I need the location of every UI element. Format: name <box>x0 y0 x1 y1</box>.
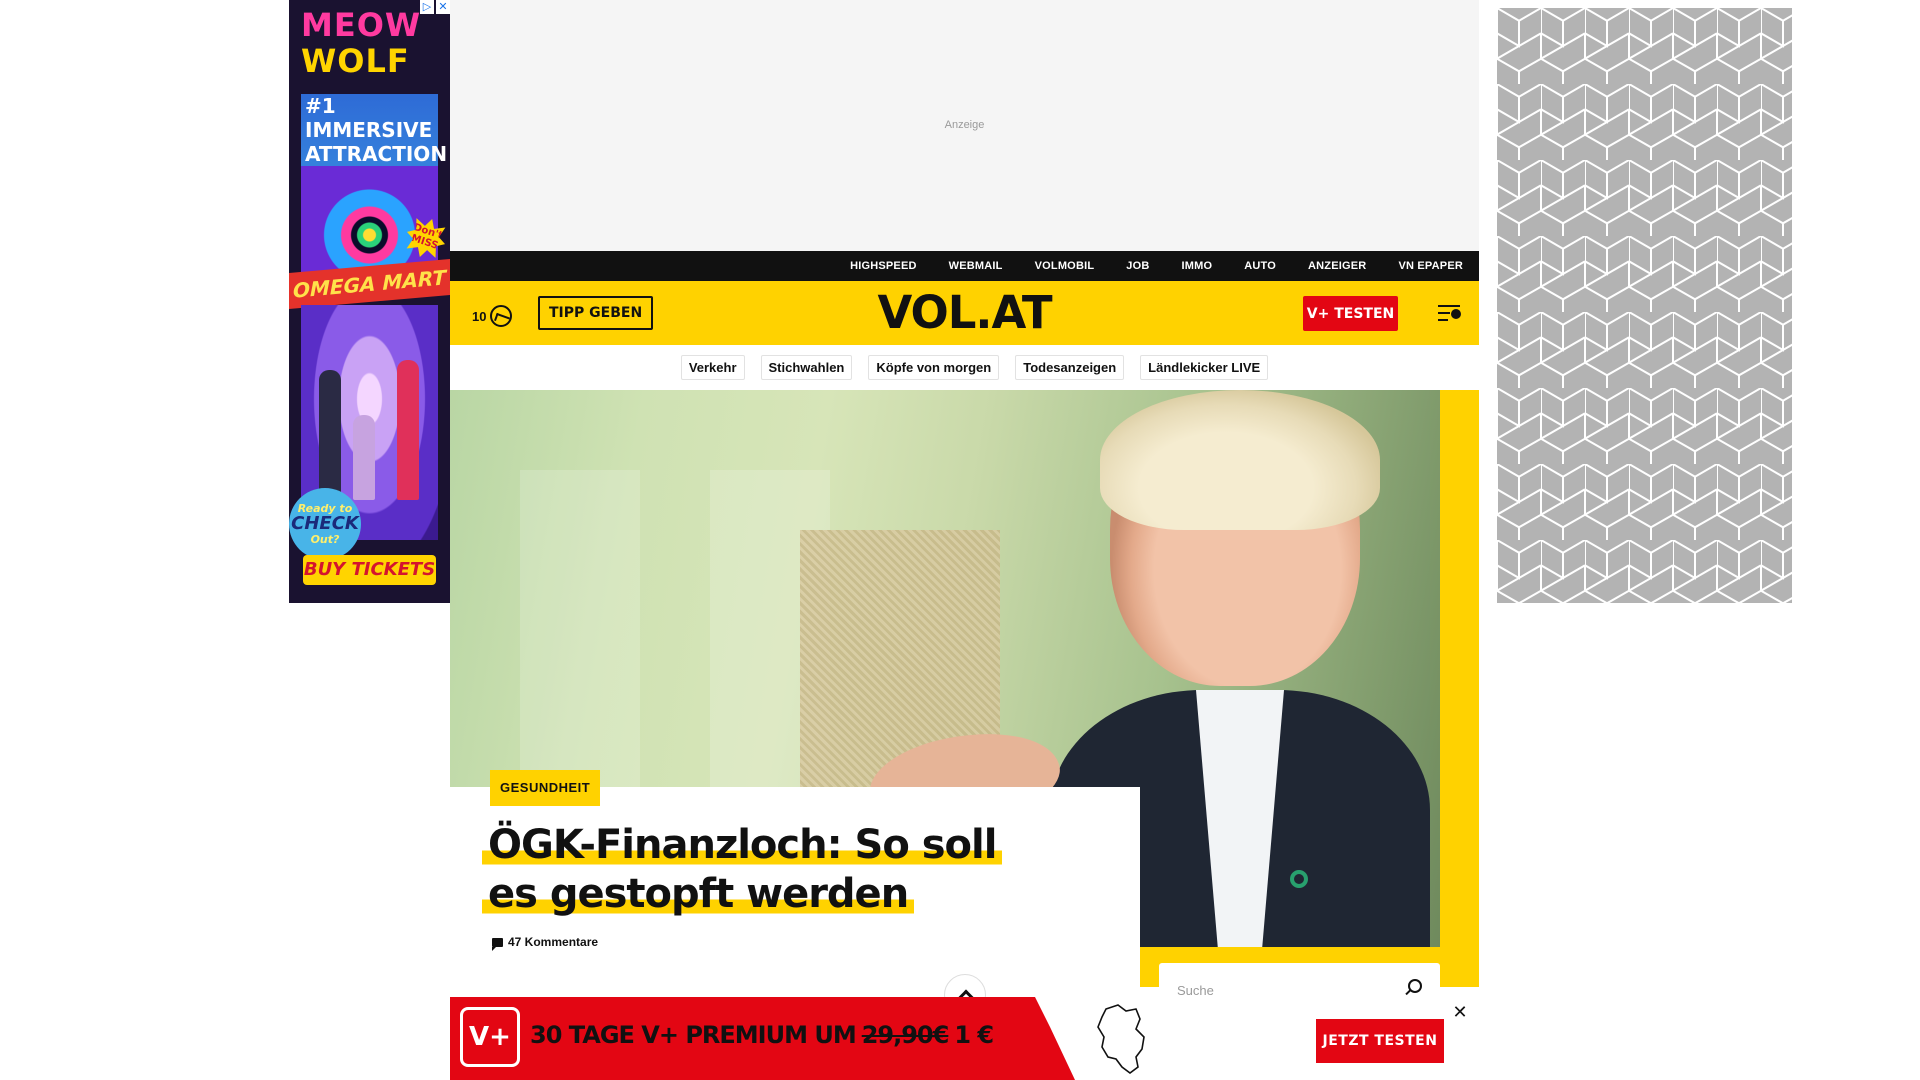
ad-check-line-2: CHECK <box>291 513 359 534</box>
site-header: 10 TIPP GEBEN VOL.AT V+ TESTEN <box>450 281 1479 345</box>
magnifier-lens <box>1451 309 1461 319</box>
ad-figure <box>319 370 341 500</box>
hero-person-hair <box>1100 390 1380 530</box>
promo-old-price: 29,90€ <box>861 1021 950 1049</box>
yellow-accent-bar <box>1440 390 1479 947</box>
topic-chip-stichwahlen[interactable]: Stichwahlen <box>760 355 853 380</box>
topic-chip-verkehr[interactable]: Verkehr <box>680 355 745 380</box>
article-comments-count: 47 Kommentare <box>508 935 599 949</box>
menu-line <box>1438 305 1460 307</box>
close-icon[interactable]: ✕ <box>1450 1003 1470 1023</box>
service-link-auto[interactable]: AUTO <box>1244 260 1276 272</box>
menu-line <box>1438 319 1448 321</box>
comment-icon <box>492 937 503 951</box>
article-title-text[interactable]: ÖGK-Finanzloch: So soll es gestopft werd… <box>482 822 1003 917</box>
article-category-badge[interactable]: GESUNDHEIT <box>490 770 601 806</box>
search-placeholder: Suche <box>1177 983 1214 998</box>
search-icon[interactable] <box>1408 979 1422 993</box>
ad-brand-line-1: MEOW <box>301 8 421 42</box>
article-teaser[interactable]: GESUNDHEIT ÖGK-Finanzloch: So soll es ge… <box>450 770 1140 997</box>
service-link-immo[interactable]: IMMO <box>1181 260 1212 272</box>
vplus-logo: V+ <box>460 1007 520 1067</box>
topic-navigation: Verkehr Stichwahlen Köpfe von morgen Tod… <box>450 345 1479 390</box>
ad-brand-text-2: WOLF <box>301 42 410 80</box>
vplus-testen-button[interactable]: V+ TESTEN <box>1303 296 1398 331</box>
service-link-highspeed[interactable]: HIGHSPEED <box>850 260 917 272</box>
ad-label: Anzeige <box>944 119 985 131</box>
promo-headline: 30 TAGE V+ PREMIUM UM 29,90€ 1 € <box>530 1021 994 1049</box>
ad-close-icon[interactable]: ✕ <box>436 0 450 14</box>
adchoices-icon[interactable]: ▷ <box>420 0 434 14</box>
ad-buy-tickets-button[interactable]: BUY TICKETS <box>303 555 436 585</box>
ad-figure <box>397 360 419 500</box>
top-ad-banner[interactable]: Anzeige <box>450 0 1479 251</box>
menu-line <box>1438 312 1450 314</box>
ad-check-line-1: Ready to <box>297 502 353 515</box>
article-comments-link[interactable]: 47 Kommentare <box>492 935 599 951</box>
ad-controls: ▷ ✕ <box>420 0 450 14</box>
promo-new-price: 1 € <box>954 1021 994 1049</box>
ad-brand-text-1: MEOW <box>301 6 422 44</box>
ad-check-out-badge: Ready to CHECK Out? <box>289 488 361 560</box>
service-link-webmail[interactable]: WEBMAIL <box>949 260 1003 272</box>
topic-chip-koepfe-von-morgen[interactable]: Köpfe von morgen <box>868 355 1000 380</box>
topic-chip-laendlekicker-live[interactable]: Ländlekicker LIVE <box>1140 355 1269 380</box>
topic-chip-todesanzeigen[interactable]: Todesanzeigen <box>1015 355 1125 380</box>
hero-lapel-pin <box>1290 870 1308 888</box>
vorarlberg-map-icon <box>1097 1004 1145 1074</box>
service-navigation: HIGHSPEED WEBMAIL VOLMOBIL JOB IMMO AUTO… <box>450 251 1479 281</box>
service-link-vn-epaper[interactable]: VN EPAPER <box>1398 260 1463 272</box>
article-title[interactable]: ÖGK-Finanzloch: So soll es gestopft werd… <box>482 821 1042 919</box>
service-link-job[interactable]: JOB <box>1126 260 1149 272</box>
menu-search-icon[interactable] <box>1438 303 1462 323</box>
left-skyscraper-ad[interactable]: ▷ ✕ MEOW WOLF #1 IMMERSIVE ATTRACTION IN… <box>289 0 450 603</box>
ad-check-line-3: Out? <box>310 533 340 546</box>
service-link-anzeiger[interactable]: ANZEIGER <box>1308 260 1366 272</box>
service-link-volmobil[interactable]: VOLMOBIL <box>1035 260 1095 272</box>
page: Anzeige ▷ ✕ MEOW WOLF #1 IMMERSIVE ATTRA… <box>0 0 1920 1080</box>
ad-brand-line-2: WOLF <box>301 44 410 78</box>
right-skyscraper-ad[interactable] <box>1497 8 1792 603</box>
vplus-promo-banner[interactable]: V+ 30 TAGE V+ PREMIUM UM 29,90€ 1 € JETZ… <box>450 997 1479 1080</box>
cube-pattern <box>1497 8 1792 603</box>
jetzt-testen-button[interactable]: JETZT TESTEN <box>1316 1019 1444 1063</box>
promo-text: 30 TAGE V+ PREMIUM UM <box>530 1021 857 1049</box>
